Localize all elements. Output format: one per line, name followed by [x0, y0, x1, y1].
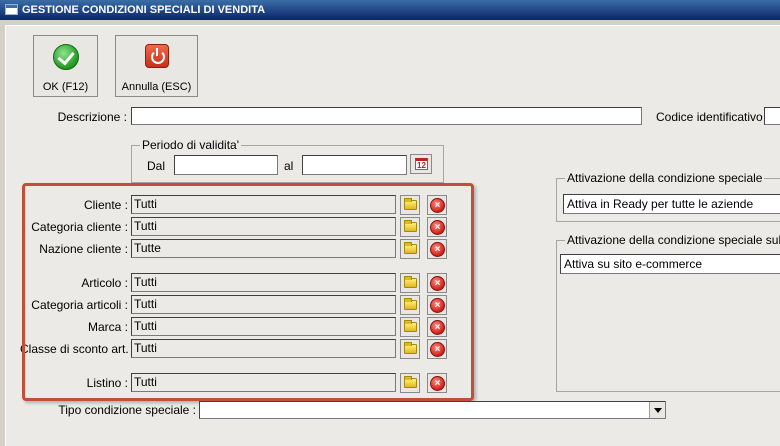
dal-label: Dal: [147, 159, 166, 173]
descrizione-label: Descrizione :: [57, 110, 127, 124]
al-input[interactable]: [302, 155, 407, 175]
codice-label: Codice identificativo :: [656, 110, 770, 124]
cancel-button[interactable]: Annulla (ESC): [115, 35, 198, 97]
dal-input[interactable]: [174, 155, 278, 175]
descrizione-input[interactable]: [131, 107, 642, 125]
title-bar: GESTIONE CONDIZIONI SPECIALI DI VENDITA: [0, 0, 780, 20]
ok-button-label: OK (F12): [42, 81, 89, 93]
codice-input[interactable]: [764, 107, 780, 125]
chevron-down-icon[interactable]: [649, 402, 665, 418]
site-activation-value: Attiva su sito e-commerce: [564, 257, 703, 271]
periodo-title: Periodo di validita': [140, 138, 242, 152]
check-icon: [52, 44, 79, 70]
activation-title: Attivazione della condizione speciale: [565, 171, 765, 185]
tipo-label: Tipo condizione speciale :: [58, 403, 196, 417]
highlight-frame: [22, 183, 474, 401]
window-title: GESTIONE CONDIZIONI SPECIALI DI VENDITA: [22, 4, 266, 16]
ok-button[interactable]: OK (F12): [33, 35, 98, 97]
window-icon: [5, 4, 18, 15]
activation-select[interactable]: Attiva in Ready per tutte le aziende: [563, 194, 780, 214]
site-activation-select[interactable]: Attiva su sito e-commerce: [560, 254, 780, 274]
activation-value: Attiva in Ready per tutte le aziende: [567, 197, 754, 211]
calendar-button[interactable]: 12: [410, 154, 432, 174]
power-icon: [144, 44, 169, 68]
tipo-select[interactable]: [199, 401, 666, 419]
al-label: al: [284, 159, 294, 173]
cancel-button-label: Annulla (ESC): [121, 81, 192, 93]
site-activation-title: Attivazione della condizione speciale su…: [565, 233, 780, 247]
calendar-icon: 12: [417, 161, 426, 170]
